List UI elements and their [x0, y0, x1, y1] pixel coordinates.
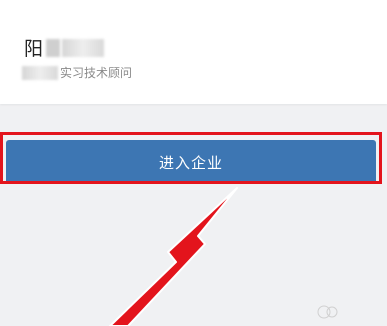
red-arrow-icon	[109, 187, 238, 326]
watermark	[312, 304, 348, 323]
